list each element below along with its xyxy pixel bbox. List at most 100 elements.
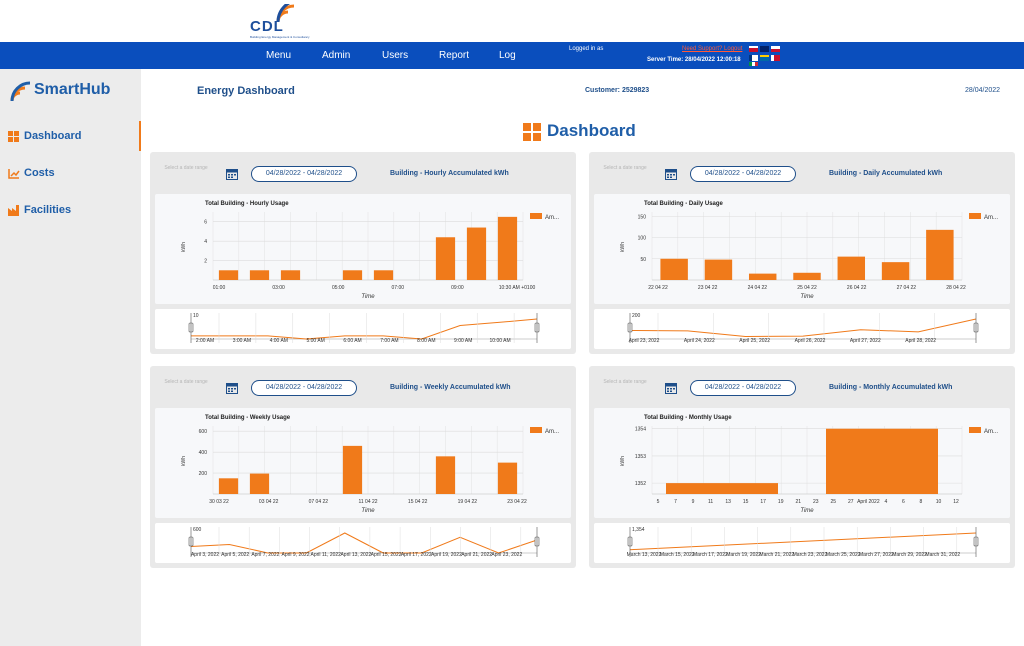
- bar[interactable]: [926, 229, 954, 280]
- panel-title: Building - Hourly Accumulated kWh: [390, 170, 509, 177]
- range-navigator[interactable]: 200 April 23, 2022 April 24, 2022 April 25,…: [594, 309, 1010, 349]
- date-range-input[interactable]: 04/28/2022 - 04/28/2022: [690, 380, 796, 396]
- bar[interactable]: [497, 462, 518, 494]
- bar[interactable]: [826, 428, 938, 494]
- language-flags[interactable]: [749, 45, 781, 67]
- navigator-chart[interactable]: 1,354March 13, 2022March 15, 2022March 1…: [594, 523, 1010, 563]
- bar[interactable]: [249, 270, 270, 280]
- nav-log[interactable]: Log: [499, 50, 516, 61]
- y-tick-label: 6: [204, 220, 207, 226]
- dashboard-title: Dashboard: [547, 121, 636, 140]
- bar[interactable]: [435, 456, 456, 494]
- calendar-icon[interactable]: [665, 167, 677, 185]
- sidebar-item-dashboard[interactable]: Dashboard: [0, 121, 141, 151]
- bar[interactable]: [435, 237, 456, 280]
- flag-icon[interactable]: [749, 46, 758, 52]
- smarthub-brand[interactable]: SmartHub: [8, 79, 128, 105]
- sidebar-item-facilities[interactable]: Facilities: [0, 195, 141, 225]
- bar[interactable]: [342, 270, 363, 280]
- navigator-tick-label: March 31, 2022: [925, 552, 960, 558]
- sidebar-item-label: Dashboard: [24, 130, 82, 142]
- nav-users[interactable]: Users: [382, 50, 408, 61]
- x-tick-label: 03:00: [272, 285, 285, 291]
- flag-icon[interactable]: [749, 55, 758, 61]
- legend-swatch[interactable]: [530, 213, 542, 219]
- bar[interactable]: [748, 273, 777, 280]
- x-tick-label: 09:00: [451, 285, 464, 291]
- navigator-max-label: 10: [193, 313, 199, 319]
- bar[interactable]: [704, 259, 733, 280]
- bar[interactable]: [881, 262, 910, 280]
- calendar-icon[interactable]: [226, 167, 238, 185]
- legend-label[interactable]: Am...: [545, 429, 559, 435]
- navigator-chart[interactable]: 600 April 3, 2022 April 5, 2022 April 7, 20…: [155, 523, 571, 563]
- chart-title: Total Building - Hourly Usage: [205, 201, 289, 207]
- legend-label[interactable]: Am...: [984, 429, 998, 435]
- legend-label[interactable]: Am...: [984, 215, 998, 221]
- bar[interactable]: [660, 258, 688, 280]
- hourly-panel: Select a date range 04/28/2022 - 04/28/20…: [150, 152, 576, 354]
- navigator-tick-label: March 23, 2022: [793, 552, 828, 558]
- x-tick-label: 05:00: [332, 285, 345, 291]
- trend-icon: [8, 169, 20, 179]
- sidebar-item-costs[interactable]: Costs: [0, 158, 141, 188]
- navigator-chart[interactable]: 10 2:00 AM 3:00 AM 4:00 AM 5:00 AM 6:00 AM 7:0…: [155, 309, 571, 349]
- cdl-logo-text: CDL: [250, 18, 284, 35]
- chart-area: Total Building - Monthly Usage Am... kWh Ti…: [594, 408, 1010, 518]
- bar[interactable]: [373, 270, 394, 280]
- bar[interactable]: [218, 478, 239, 494]
- legend-swatch[interactable]: [969, 427, 981, 433]
- bar[interactable]: [793, 272, 821, 280]
- range-navigator[interactable]: 600 April 3, 2022 April 5, 2022 April 7, 20…: [155, 523, 571, 563]
- date-range-hint: Select a date range: [603, 165, 647, 171]
- navigator-chart[interactable]: 200 April 23, 2022 April 24, 2022 April 25,…: [594, 309, 1010, 349]
- x-axis-label: Time: [361, 294, 375, 300]
- range-navigator[interactable]: 10 2:00 AM 3:00 AM 4:00 AM 5:00 AM 6:00 AM 7:0…: [155, 309, 571, 349]
- legend-swatch[interactable]: [530, 427, 542, 433]
- sidebar-item-label: Facilities: [24, 204, 72, 216]
- bar[interactable]: [249, 473, 270, 494]
- calendar-icon[interactable]: [226, 381, 238, 399]
- bar[interactable]: [466, 227, 487, 280]
- navigator-tick-label: March 17, 2022: [693, 552, 728, 558]
- bar[interactable]: [837, 256, 866, 280]
- x-tick-label: 5: [657, 499, 660, 505]
- flag-icon[interactable]: [771, 55, 780, 61]
- x-tick-label: 10:30 AM +0100: [499, 285, 536, 291]
- date-range-input[interactable]: 04/28/2022 - 04/28/2022: [690, 166, 796, 182]
- usage-chart: Total Building - Hourly Usage Am... kWh Tim…: [181, 201, 559, 300]
- support-logout-link[interactable]: Need Support? Logout: [682, 46, 742, 52]
- bar[interactable]: [497, 216, 518, 280]
- legend-swatch[interactable]: [969, 213, 981, 219]
- top-bar: CDL Building Energy Management & Consult…: [0, 0, 1024, 42]
- chart-title: Total Building - Monthly Usage: [644, 415, 732, 421]
- navigator-series: [629, 318, 977, 338]
- date-range-input[interactable]: 04/28/2022 - 04/28/2022: [251, 380, 357, 396]
- x-tick-label: 21: [795, 499, 801, 505]
- y-axis-label: kWh: [620, 242, 626, 252]
- flag-icon[interactable]: [771, 46, 780, 52]
- date-range-hint: Select a date range: [164, 165, 208, 171]
- x-tick-label: 25 04 22: [797, 285, 817, 291]
- nav-admin[interactable]: Admin: [322, 50, 350, 61]
- nav-report[interactable]: Report: [439, 50, 469, 61]
- sidebar: SmartHub Dashboard Costs Facilities: [0, 69, 141, 646]
- bar[interactable]: [218, 270, 239, 280]
- flag-icon[interactable]: [760, 46, 769, 52]
- x-tick-label: 13: [725, 499, 731, 505]
- flag-icon[interactable]: [760, 55, 769, 61]
- nav-menu[interactable]: Menu: [266, 50, 291, 61]
- range-navigator[interactable]: 1,354 March 13, 2022 March 15, 2022 March 1…: [594, 523, 1010, 563]
- date-range-input[interactable]: 04/28/2022 - 04/28/2022: [251, 166, 357, 182]
- legend-label[interactable]: Am...: [545, 215, 559, 221]
- chart-title: Total Building - Daily Usage: [644, 201, 724, 207]
- bar[interactable]: [666, 483, 778, 494]
- x-tick-label: 17: [760, 499, 766, 505]
- bar[interactable]: [342, 445, 363, 494]
- navigator-tick-label: March 27, 2022: [859, 552, 894, 558]
- bar[interactable]: [280, 270, 301, 280]
- calendar-icon[interactable]: [665, 381, 677, 399]
- x-tick-label: 19: [778, 499, 784, 505]
- flag-icon[interactable]: [749, 62, 758, 66]
- x-tick-label: 9: [692, 499, 695, 505]
